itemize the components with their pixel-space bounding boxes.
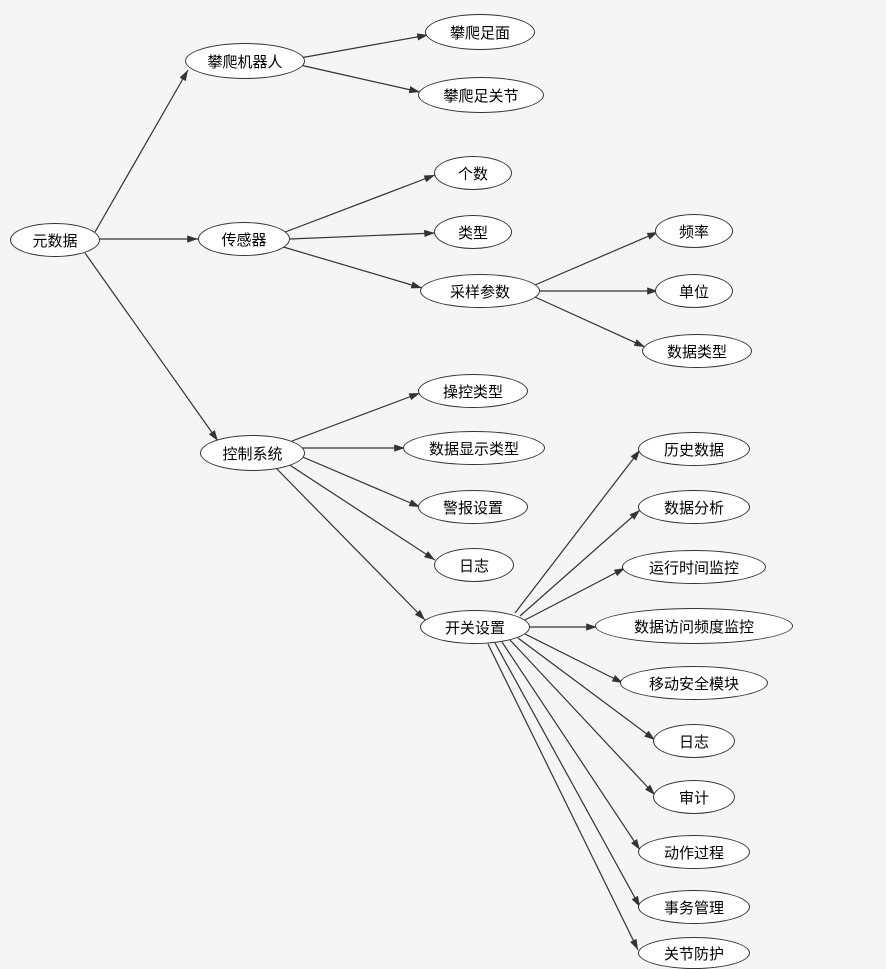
label-ctrl-log: 日志 (459, 555, 489, 576)
node-sw-history: 历史数据 (638, 432, 750, 466)
node-robot-foot: 攀爬足面 (425, 14, 535, 50)
node-sensor-type: 类型 (434, 215, 512, 249)
node-control: 控制系统 (200, 435, 305, 471)
label-sw-runtime: 运行时间监控 (649, 557, 739, 578)
label-sensor-param: 采样参数 (450, 281, 510, 302)
node-root: 元数据 (10, 223, 100, 257)
node-ctrl-alarm: 警报设置 (418, 490, 528, 524)
label-sw-analysis: 数据分析 (664, 497, 724, 518)
label-control: 控制系统 (222, 443, 282, 464)
label-sw-action: 动作过程 (664, 842, 724, 863)
label-param-datatype: 数据类型 (667, 341, 727, 362)
label-sw-access: 数据访问频度监控 (634, 616, 754, 637)
node-sensor-count: 个数 (434, 156, 512, 190)
node-sw-action: 动作过程 (638, 835, 750, 869)
node-ctrl-switch: 开关设置 (420, 610, 530, 644)
node-sw-access: 数据访问频度监控 (595, 608, 793, 644)
label-param-unit: 单位 (679, 281, 709, 302)
node-sw-protect: 关节防护 (638, 937, 750, 969)
label-sensor: 传感器 (221, 229, 266, 250)
node-sw-runtime: 运行时间监控 (622, 550, 766, 584)
node-ctrl-display: 数据显示类型 (403, 431, 545, 465)
label-ctrl-alarm: 警报设置 (443, 497, 503, 518)
label-robot-foot: 攀爬足面 (450, 22, 510, 43)
label-sw-history: 历史数据 (664, 439, 724, 460)
label-root: 元数据 (32, 230, 77, 251)
node-param-unit: 单位 (655, 274, 733, 308)
node-sw-analysis: 数据分析 (638, 490, 750, 524)
node-sw-security: 移动安全模块 (620, 666, 768, 700)
node-sw-affair: 事务管理 (638, 890, 750, 924)
label-sw-audit: 审计 (679, 787, 709, 808)
node-sensor-param: 采样参数 (420, 274, 540, 308)
node-sw-log: 日志 (653, 724, 735, 758)
label-sw-protect: 关节防护 (664, 943, 724, 964)
label-sw-security: 移动安全模块 (649, 673, 739, 694)
node-ctrl-log: 日志 (434, 548, 514, 582)
node-param-datatype: 数据类型 (642, 334, 752, 368)
node-param-freq: 频率 (655, 214, 733, 248)
label-sw-affair: 事务管理 (664, 897, 724, 918)
node-sensor: 传感器 (198, 222, 290, 256)
label-ctrl-switch: 开关设置 (445, 617, 505, 638)
label-sensor-type: 类型 (458, 222, 488, 243)
node-robot-joint: 攀爬足关节 (418, 77, 544, 113)
label-sensor-count: 个数 (458, 163, 488, 184)
label-robot: 攀爬机器人 (207, 51, 282, 72)
node-sw-audit: 审计 (653, 780, 735, 814)
node-robot: 攀爬机器人 (185, 43, 305, 79)
node-ctrl-type: 操控类型 (418, 374, 528, 408)
label-robot-joint: 攀爬足关节 (443, 85, 518, 106)
label-ctrl-display: 数据显示类型 (429, 438, 519, 459)
label-param-freq: 频率 (679, 221, 709, 242)
label-sw-log: 日志 (679, 731, 709, 752)
label-ctrl-type: 操控类型 (443, 381, 503, 402)
